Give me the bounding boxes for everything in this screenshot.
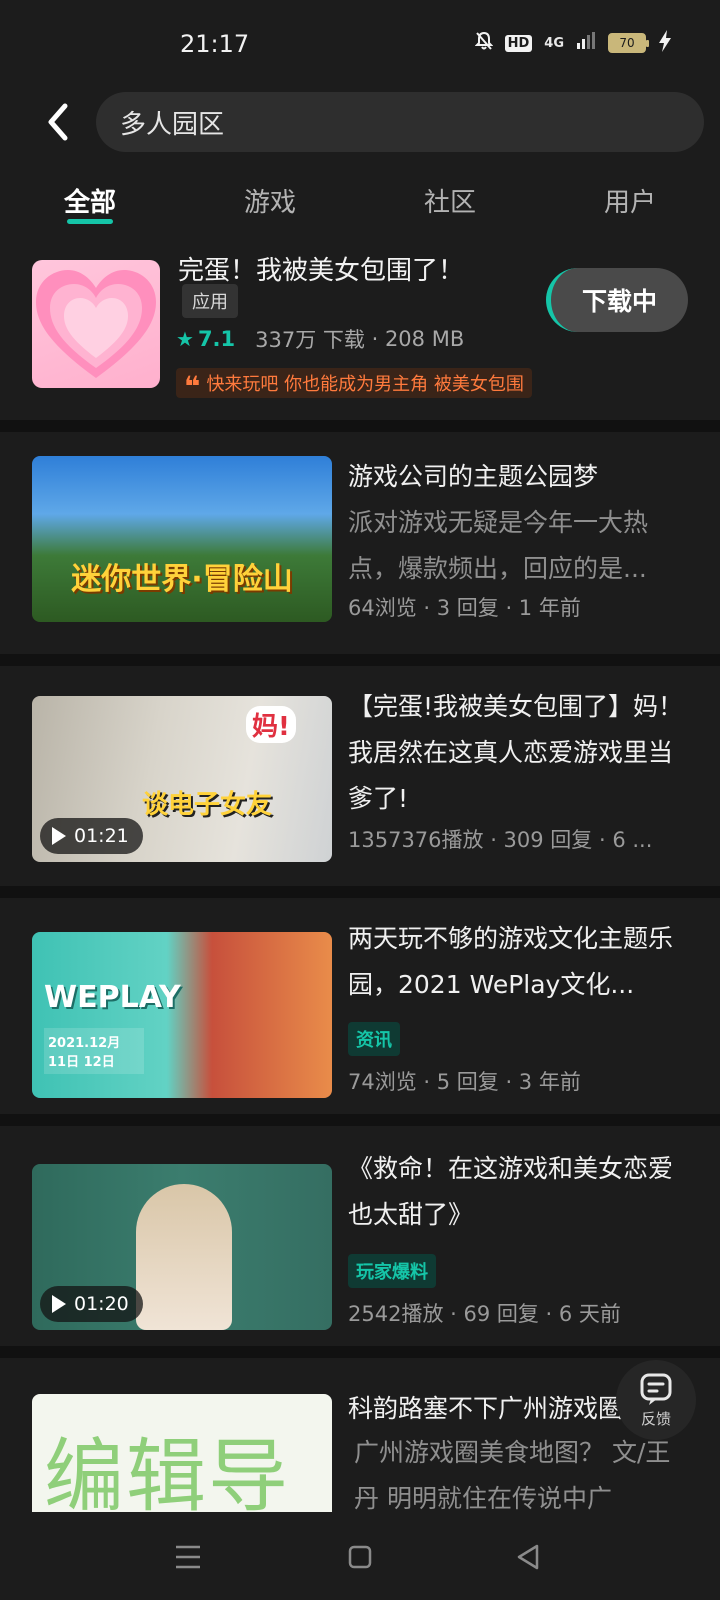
app-rating: 7.1 [197, 327, 236, 351]
app-size: 208 MB [384, 327, 465, 351]
tab-community[interactable]: 社区 [360, 170, 540, 230]
duration-text: 01:21 [74, 825, 129, 847]
mute-bell-icon [474, 31, 494, 56]
app-title[interactable]: 完蛋！我被美女包围了！ [178, 250, 464, 287]
play-icon [52, 827, 66, 845]
app-downloads: 337万 下载 [255, 328, 365, 352]
status-icons: HD 4G 70 [474, 30, 672, 56]
meta-separator: · [364, 327, 385, 351]
feedback-label: 反馈 [640, 1409, 671, 1428]
tab-users[interactable]: 用户 [540, 170, 720, 230]
nav-menu-button[interactable] [170, 1542, 206, 1572]
feedback-button[interactable]: 反馈 [616, 1360, 696, 1440]
tab-label: 全部 [63, 188, 116, 218]
back-button[interactable] [38, 100, 78, 144]
signal-icon [576, 31, 596, 55]
feed-thumbnail[interactable]: WEPLAY 2021.12月 11日 12日 [32, 932, 332, 1098]
back-triangle-icon [517, 1544, 539, 1570]
network-label: 4G [544, 35, 564, 51]
thumbnail-date: 2021.12月 11日 12日 [44, 1028, 144, 1074]
feed-tag[interactable]: 资讯 [348, 1022, 400, 1056]
charging-icon [658, 30, 672, 56]
status-time: 21:17 [180, 30, 250, 58]
tab-label: 社区 [423, 188, 476, 218]
search-query: 多人园区 [120, 109, 225, 140]
feed-title[interactable]: 科韵路塞不下广州游戏圈 [348, 1394, 628, 1432]
feed-thumbnail[interactable]: 谈电子女友 妈! 01:21 [32, 696, 332, 862]
video-duration: 01:20 [40, 1286, 143, 1322]
app-quote-text: 快来玩吧 你也能成为男主角 被美女包围 [206, 374, 524, 395]
duration-text: 01:20 [74, 1293, 129, 1315]
download-button[interactable]: 下载中 [546, 268, 688, 332]
tab-label: 游戏 [243, 188, 296, 218]
feedback-icon [640, 1373, 672, 1405]
thumbnail-caption: WEPLAY [44, 980, 181, 1015]
tab-all[interactable]: 全部 [0, 170, 180, 230]
nav-back-button[interactable] [510, 1542, 546, 1572]
feed-tag[interactable]: 玩家爆料 [348, 1254, 436, 1288]
feed-thumbnail[interactable]: 编辑导 [32, 1394, 332, 1512]
divider [0, 886, 720, 898]
thumbnail-caption-bubble: 妈! [246, 706, 296, 743]
feed-item[interactable]: 编辑导 科韵路塞不下广州游戏圈 广州游戏圈美食地图？ 文/王丹 明明就住在传说中… [0, 1394, 720, 1512]
app-type-badge: 应用 [182, 284, 238, 318]
feed-meta: 1357376播放 · 309 回复 · 6 ... [348, 828, 653, 852]
tab-label: 用户 [603, 188, 656, 218]
system-nav-bar [0, 1512, 720, 1600]
app-quote-banner: ❝ 快来玩吧 你也能成为男主角 被美女包围 [176, 368, 532, 403]
active-tab-indicator [67, 219, 113, 224]
star-icon: ★ [176, 327, 194, 351]
tab-bar: 全部 游戏 社区 用户 [0, 170, 720, 230]
feed-description: 派对游戏无疑是今年一大热点，爆款频出，回应的是... [348, 508, 649, 583]
thumbnail-caption: 谈电子女友 [142, 790, 273, 820]
feed-title[interactable]: 【完蛋!我被美女包围了】妈！我居然在这真人恋爱游戏里当爹了! [348, 684, 688, 822]
feed-item[interactable]: 01:20 《救命！在这游戏和美女恋爱也太甜了》 玩家爆料 2542播放 · 6… [0, 1154, 720, 1334]
quote-icon: ❝ [184, 370, 201, 403]
feed-meta: 2542播放 · 69 回复 · 6 天前 [348, 1302, 621, 1326]
nav-home-button[interactable] [342, 1542, 378, 1572]
feed-title[interactable]: 《救命！在这游戏和美女恋爱也太甜了》 [348, 1146, 688, 1238]
app-icon[interactable] [32, 260, 160, 388]
search-input[interactable]: 多人园区 [96, 92, 704, 152]
feed-item[interactable]: 迷你世界·冒险山 游戏公司的主题公园梦 派对游戏无疑是今年一大热点，爆款频出，回… [0, 456, 720, 636]
thumbnail-person-shape [136, 1184, 232, 1330]
feed-meta: 64浏览 · 3 回复 · 1 年前 [348, 596, 581, 620]
divider [0, 654, 720, 666]
feed-item[interactable]: 谈电子女友 妈! 01:21 【完蛋!我被美女包围了】妈！我居然在这真人恋爱游戏… [0, 692, 720, 866]
chevron-left-icon [48, 103, 68, 141]
battery-level: 70 [619, 36, 635, 50]
heart-icon [36, 270, 156, 378]
status-bar: 21:17 HD 4G 70 [0, 0, 720, 90]
feed-thumbnail[interactable]: 01:20 [32, 1164, 332, 1330]
feed-title[interactable]: 两天玩不够的游戏文化主题乐园，2021 WePlay文化... [348, 916, 688, 1008]
app-meta: ★ 7.1 337万 下载 · 208 MB [176, 324, 464, 354]
app-result-card[interactable]: 完蛋！我被美女包围了！ 应用 ★ 7.1 337万 下载 · 208 MB ❝ … [0, 240, 720, 420]
divider [0, 1114, 720, 1126]
feed-description: 广州游戏圈美食地图？ 文/王丹 明明就住在传说中广 [354, 1438, 671, 1512]
feed-item[interactable]: WEPLAY 2021.12月 11日 12日 两天玩不够的游戏文化主题乐园，2… [0, 924, 720, 1102]
tab-games[interactable]: 游戏 [180, 170, 360, 230]
feed-thumbnail[interactable]: 迷你世界·冒险山 [32, 456, 332, 622]
divider [0, 1346, 720, 1358]
home-square-icon [348, 1545, 372, 1569]
feed-title[interactable]: 游戏公司的主题公园梦 [348, 454, 688, 500]
menu-icon [176, 1545, 200, 1569]
video-duration: 01:21 [40, 818, 143, 854]
feed-meta: 74浏览 · 5 回复 · 3 年前 [348, 1070, 581, 1094]
hd-icon: HD [504, 34, 533, 52]
thumbnail-caption: 迷你世界·冒险山 [71, 562, 293, 597]
thumbnail-caption: 编辑导 [44, 1430, 290, 1512]
play-icon [52, 1295, 66, 1313]
divider [0, 420, 720, 432]
battery-icon: 70 [608, 33, 649, 53]
